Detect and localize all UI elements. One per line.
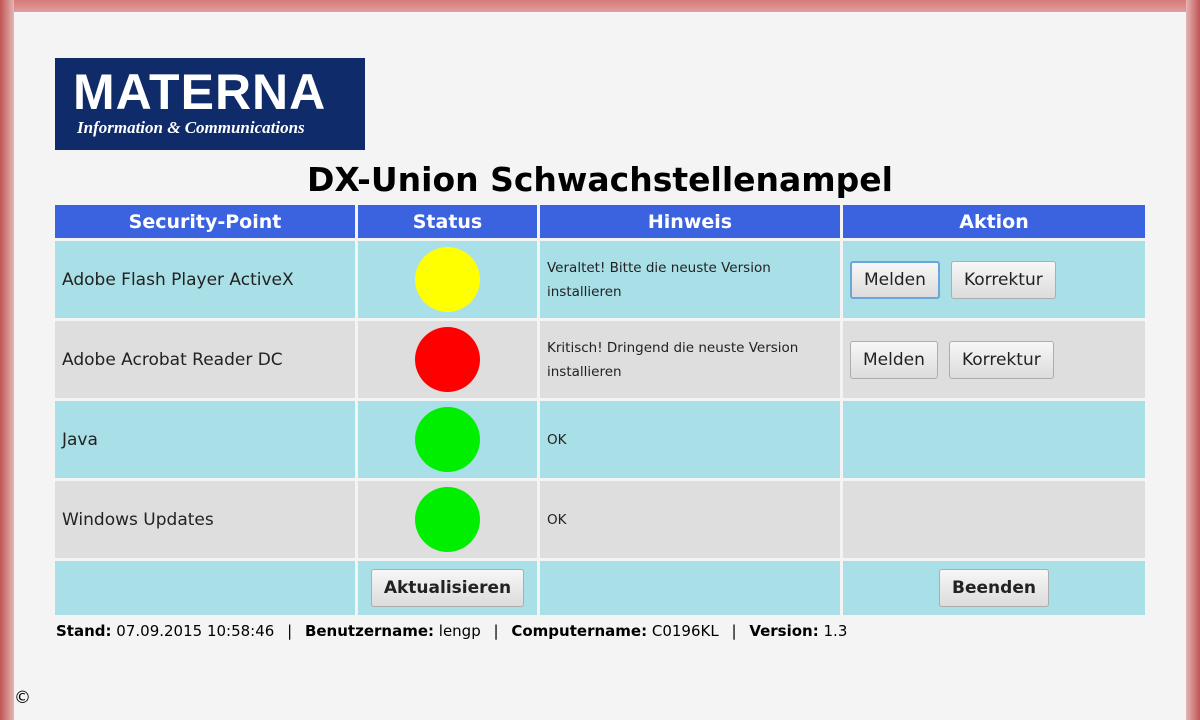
hint-text-line: installieren bbox=[547, 363, 622, 380]
status-light-yellow bbox=[415, 247, 480, 312]
table-header-row: Security-Point Status Hinweis Aktion bbox=[55, 205, 1145, 238]
action-cell: Melden Korrektur bbox=[843, 321, 1145, 398]
materna-logo: MATERNA Information & Communications bbox=[55, 58, 365, 150]
status-cell bbox=[358, 401, 537, 478]
header-aktion: Aktion bbox=[843, 205, 1145, 238]
hint-text-line: Veraltet! Bitte die neuste Version bbox=[547, 259, 771, 276]
status-cell bbox=[358, 241, 537, 318]
table-row: Windows Updates OK bbox=[55, 481, 1145, 558]
computer-value: C0196KL bbox=[651, 622, 719, 640]
logo-name: MATERNA bbox=[73, 64, 327, 120]
hint-text-line: Kritisch! Dringend die neuste Version bbox=[547, 339, 799, 356]
hint-text-line: OK bbox=[547, 511, 567, 528]
window-frame-right bbox=[1186, 0, 1200, 720]
hint-text-line: OK bbox=[547, 431, 567, 448]
status-bar: Stand: 07.09.2015 10:58:46 | Benutzernam… bbox=[56, 622, 847, 640]
melden-button[interactable]: Melden bbox=[850, 340, 938, 379]
header-security-point: Security-Point bbox=[55, 205, 355, 238]
hint-text-line: installieren bbox=[547, 283, 622, 300]
action-cell bbox=[843, 481, 1145, 558]
security-table: Security-Point Status Hinweis Aktion Ado… bbox=[52, 202, 1148, 618]
copyright-symbol: © bbox=[14, 688, 31, 708]
table-footer-row: Aktualisieren Beenden bbox=[55, 561, 1145, 615]
stand-label: Stand: bbox=[56, 622, 112, 640]
footer-exit-cell: Beenden bbox=[843, 561, 1145, 615]
hint-cell: OK bbox=[540, 401, 840, 478]
separator: | bbox=[493, 622, 499, 640]
table-row: Adobe Acrobat Reader DC Kritisch! Dringe… bbox=[55, 321, 1145, 398]
security-point-name: Java bbox=[55, 401, 355, 478]
beenden-button[interactable]: Beenden bbox=[939, 569, 1049, 607]
computer-label: Computername: bbox=[511, 622, 648, 640]
footer-refresh-cell: Aktualisieren bbox=[358, 561, 537, 615]
status-cell bbox=[358, 321, 537, 398]
separator: | bbox=[731, 622, 737, 640]
page-title: DX-Union Schwachstellenampel bbox=[307, 160, 893, 199]
version-value: 1.3 bbox=[823, 622, 848, 640]
separator: | bbox=[287, 622, 293, 640]
table-row: Java OK bbox=[55, 401, 1145, 478]
melden-button[interactable]: Melden bbox=[850, 260, 940, 299]
hint-cell: Kritisch! Dringend die neuste Version in… bbox=[540, 321, 840, 398]
action-cell: Melden Korrektur bbox=[843, 241, 1145, 318]
stand-value: 07.09.2015 10:58:46 bbox=[116, 622, 275, 640]
window-frame-left bbox=[0, 0, 14, 720]
korrektur-button[interactable]: Korrektur bbox=[948, 340, 1054, 379]
status-cell bbox=[358, 481, 537, 558]
aktualisieren-button[interactable]: Aktualisieren bbox=[370, 569, 525, 607]
header-hinweis: Hinweis bbox=[540, 205, 840, 238]
status-light-green bbox=[415, 487, 480, 552]
action-cell bbox=[843, 401, 1145, 478]
security-point-name: Adobe Acrobat Reader DC bbox=[55, 321, 355, 398]
hint-cell: Veraltet! Bitte die neuste Version insta… bbox=[540, 241, 840, 318]
version-label: Version: bbox=[749, 622, 819, 640]
footer-empty-cell bbox=[55, 561, 355, 615]
status-light-red bbox=[415, 327, 480, 392]
header-status: Status bbox=[358, 205, 537, 238]
user-value: lengp bbox=[438, 622, 481, 640]
hint-cell: OK bbox=[540, 481, 840, 558]
user-label: Benutzername: bbox=[304, 622, 434, 640]
korrektur-button[interactable]: Korrektur bbox=[950, 260, 1056, 299]
security-point-name: Windows Updates bbox=[55, 481, 355, 558]
status-light-green bbox=[415, 407, 480, 472]
footer-empty-cell bbox=[540, 561, 840, 615]
logo-subtitle: Information & Communications bbox=[77, 118, 305, 137]
table-row: Adobe Flash Player ActiveX Veraltet! Bit… bbox=[55, 241, 1145, 318]
security-point-name: Adobe Flash Player ActiveX bbox=[55, 241, 355, 318]
